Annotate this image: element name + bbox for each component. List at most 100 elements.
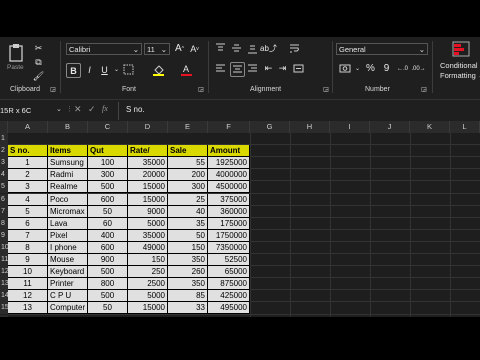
increase-decimal-icon[interactable]: ←.0 (396, 62, 409, 75)
cell-amount[interactable]: 1750000 (208, 229, 250, 242)
align-center-icon[interactable] (230, 62, 245, 77)
cell-qut[interactable]: 400 (88, 229, 128, 242)
cell-rate[interactable]: 49000 (128, 241, 168, 254)
header-cell-s-no[interactable]: S no. (8, 145, 48, 158)
cell-sale[interactable]: 85 (168, 290, 208, 303)
column-header[interactable]: G (250, 121, 290, 133)
comma-style-button[interactable]: 9 (380, 62, 393, 75)
merge-center-icon[interactable] (292, 62, 305, 75)
cell-sale[interactable]: 150 (168, 241, 208, 254)
chevron-down-icon[interactable]: ⌄ (351, 62, 364, 75)
row-header[interactable]: 6 (0, 193, 8, 206)
column-header[interactable]: C (88, 121, 128, 133)
cell-qut[interactable]: 600 (88, 193, 128, 206)
cell-s-no[interactable]: 9 (8, 254, 48, 267)
cell-s-no[interactable]: 6 (8, 217, 48, 230)
cell-qut[interactable]: 800 (88, 278, 128, 291)
row-header[interactable]: 9 (0, 229, 8, 242)
increase-indent-icon[interactable]: ⇥ (276, 62, 289, 75)
cell-item[interactable]: Mouse (48, 254, 88, 267)
header-cell-sale[interactable]: Sale (168, 145, 208, 158)
insert-function-icon[interactable]: fx (102, 104, 108, 113)
cell-item[interactable]: Realme (48, 181, 88, 194)
cell-rate[interactable]: 35000 (128, 229, 168, 242)
format-painter-icon[interactable]: 🖌 (32, 70, 45, 83)
cell-sale[interactable]: 260 (168, 266, 208, 279)
borders-icon[interactable] (122, 63, 135, 76)
orientation-icon[interactable]: ab⤴ (260, 42, 277, 55)
cell-rate[interactable]: 35000 (128, 157, 168, 170)
cancel-icon[interactable]: ✕ (74, 104, 82, 115)
italic-button[interactable]: I (83, 63, 96, 76)
cell-item[interactable]: Pixel (48, 229, 88, 242)
cell-s-no[interactable]: 12 (8, 290, 48, 303)
cell-s-no[interactable]: 2 (8, 169, 48, 182)
cell-item[interactable]: Lava (48, 217, 88, 230)
cell-sale[interactable]: 350 (168, 254, 208, 267)
column-header[interactable]: A (8, 121, 48, 133)
cell-item[interactable]: Poco (48, 193, 88, 206)
cell-item[interactable]: Micromax (48, 205, 88, 218)
font-launcher-icon[interactable]: ◲ (197, 85, 205, 93)
column-header[interactable]: L (450, 121, 480, 133)
cell-rate[interactable]: 5000 (128, 290, 168, 303)
header-cell-item[interactable]: Items (48, 145, 88, 158)
row-header[interactable]: 3 (0, 157, 8, 170)
cell-amount[interactable]: 52500 (208, 254, 250, 267)
cell-amount[interactable]: 4000000 (208, 169, 250, 182)
align-bottom-icon[interactable] (246, 42, 259, 55)
row-header[interactable]: 4 (0, 169, 8, 182)
row-header[interactable]: 11 (0, 254, 8, 267)
cell-s-no[interactable]: 10 (8, 266, 48, 279)
column-header[interactable]: I (330, 121, 370, 133)
cell-sale[interactable]: 33 (168, 302, 208, 315)
currency-icon[interactable] (338, 62, 351, 75)
column-header[interactable]: J (370, 121, 410, 133)
cell-rate[interactable]: 15000 (128, 193, 168, 206)
cell-rate[interactable]: 250 (128, 266, 168, 279)
fill-color-icon[interactable] (152, 63, 165, 76)
cell-amount[interactable]: 175000 (208, 217, 250, 230)
paste-icon[interactable] (6, 43, 26, 63)
cell-qut[interactable]: 900 (88, 254, 128, 267)
header-cell-rate[interactable]: Rate/ (128, 145, 168, 158)
name-box[interactable]: 15R x 6C (0, 104, 54, 118)
cell-s-no[interactable]: 13 (8, 302, 48, 315)
align-right-icon[interactable] (246, 62, 259, 75)
clipboard-launcher-icon[interactable]: ◲ (49, 85, 57, 93)
decrease-indent-icon[interactable]: ⇤ (262, 62, 275, 75)
cell-item[interactable]: I phone (48, 241, 88, 254)
cell-amount[interactable]: 425000 (208, 290, 250, 303)
cell-s-no[interactable]: 1 (8, 157, 48, 170)
align-top-icon[interactable] (214, 42, 227, 55)
decrease-font-size-icon[interactable]: Av (188, 42, 201, 55)
number-format-select[interactable]: General ⌄ (336, 43, 428, 55)
formula-input[interactable]: S no. (126, 105, 145, 114)
cell-rate[interactable]: 150 (128, 254, 168, 267)
cell-qut[interactable]: 100 (88, 157, 128, 170)
number-launcher-icon[interactable]: ◲ (420, 85, 428, 93)
decrease-decimal-icon[interactable]: .00→ (411, 62, 425, 75)
cell-s-no[interactable]: 4 (8, 193, 48, 206)
column-header[interactable]: H (290, 121, 330, 133)
cell-item[interactable]: Computer (48, 302, 88, 315)
column-header[interactable]: F (208, 121, 250, 133)
cell-rate[interactable]: 2500 (128, 278, 168, 291)
cell-amount[interactable]: 875000 (208, 278, 250, 291)
cell-rate[interactable]: 15000 (128, 181, 168, 194)
cell-sale[interactable]: 25 (168, 193, 208, 206)
row-header[interactable]: 1 (0, 133, 8, 146)
conditional-formatting-button[interactable]: Formatting ⌄ (440, 71, 480, 80)
wrap-text-icon[interactable] (288, 42, 301, 55)
row-header[interactable]: 10 (0, 241, 9, 254)
font-family-select[interactable]: Calibri ⌄ (66, 43, 142, 55)
font-color-icon[interactable]: A (180, 63, 193, 76)
cell-qut[interactable]: 600 (88, 241, 128, 254)
cell-qut[interactable]: 500 (88, 181, 128, 194)
cell-sale[interactable]: 300 (168, 181, 208, 194)
cell-amount[interactable]: 495000 (208, 302, 250, 315)
cell-s-no[interactable]: 8 (8, 241, 48, 254)
conditional-formatting-icon[interactable] (452, 41, 470, 57)
cell-qut[interactable]: 50 (88, 205, 128, 218)
cell-sale[interactable]: 40 (168, 205, 208, 218)
